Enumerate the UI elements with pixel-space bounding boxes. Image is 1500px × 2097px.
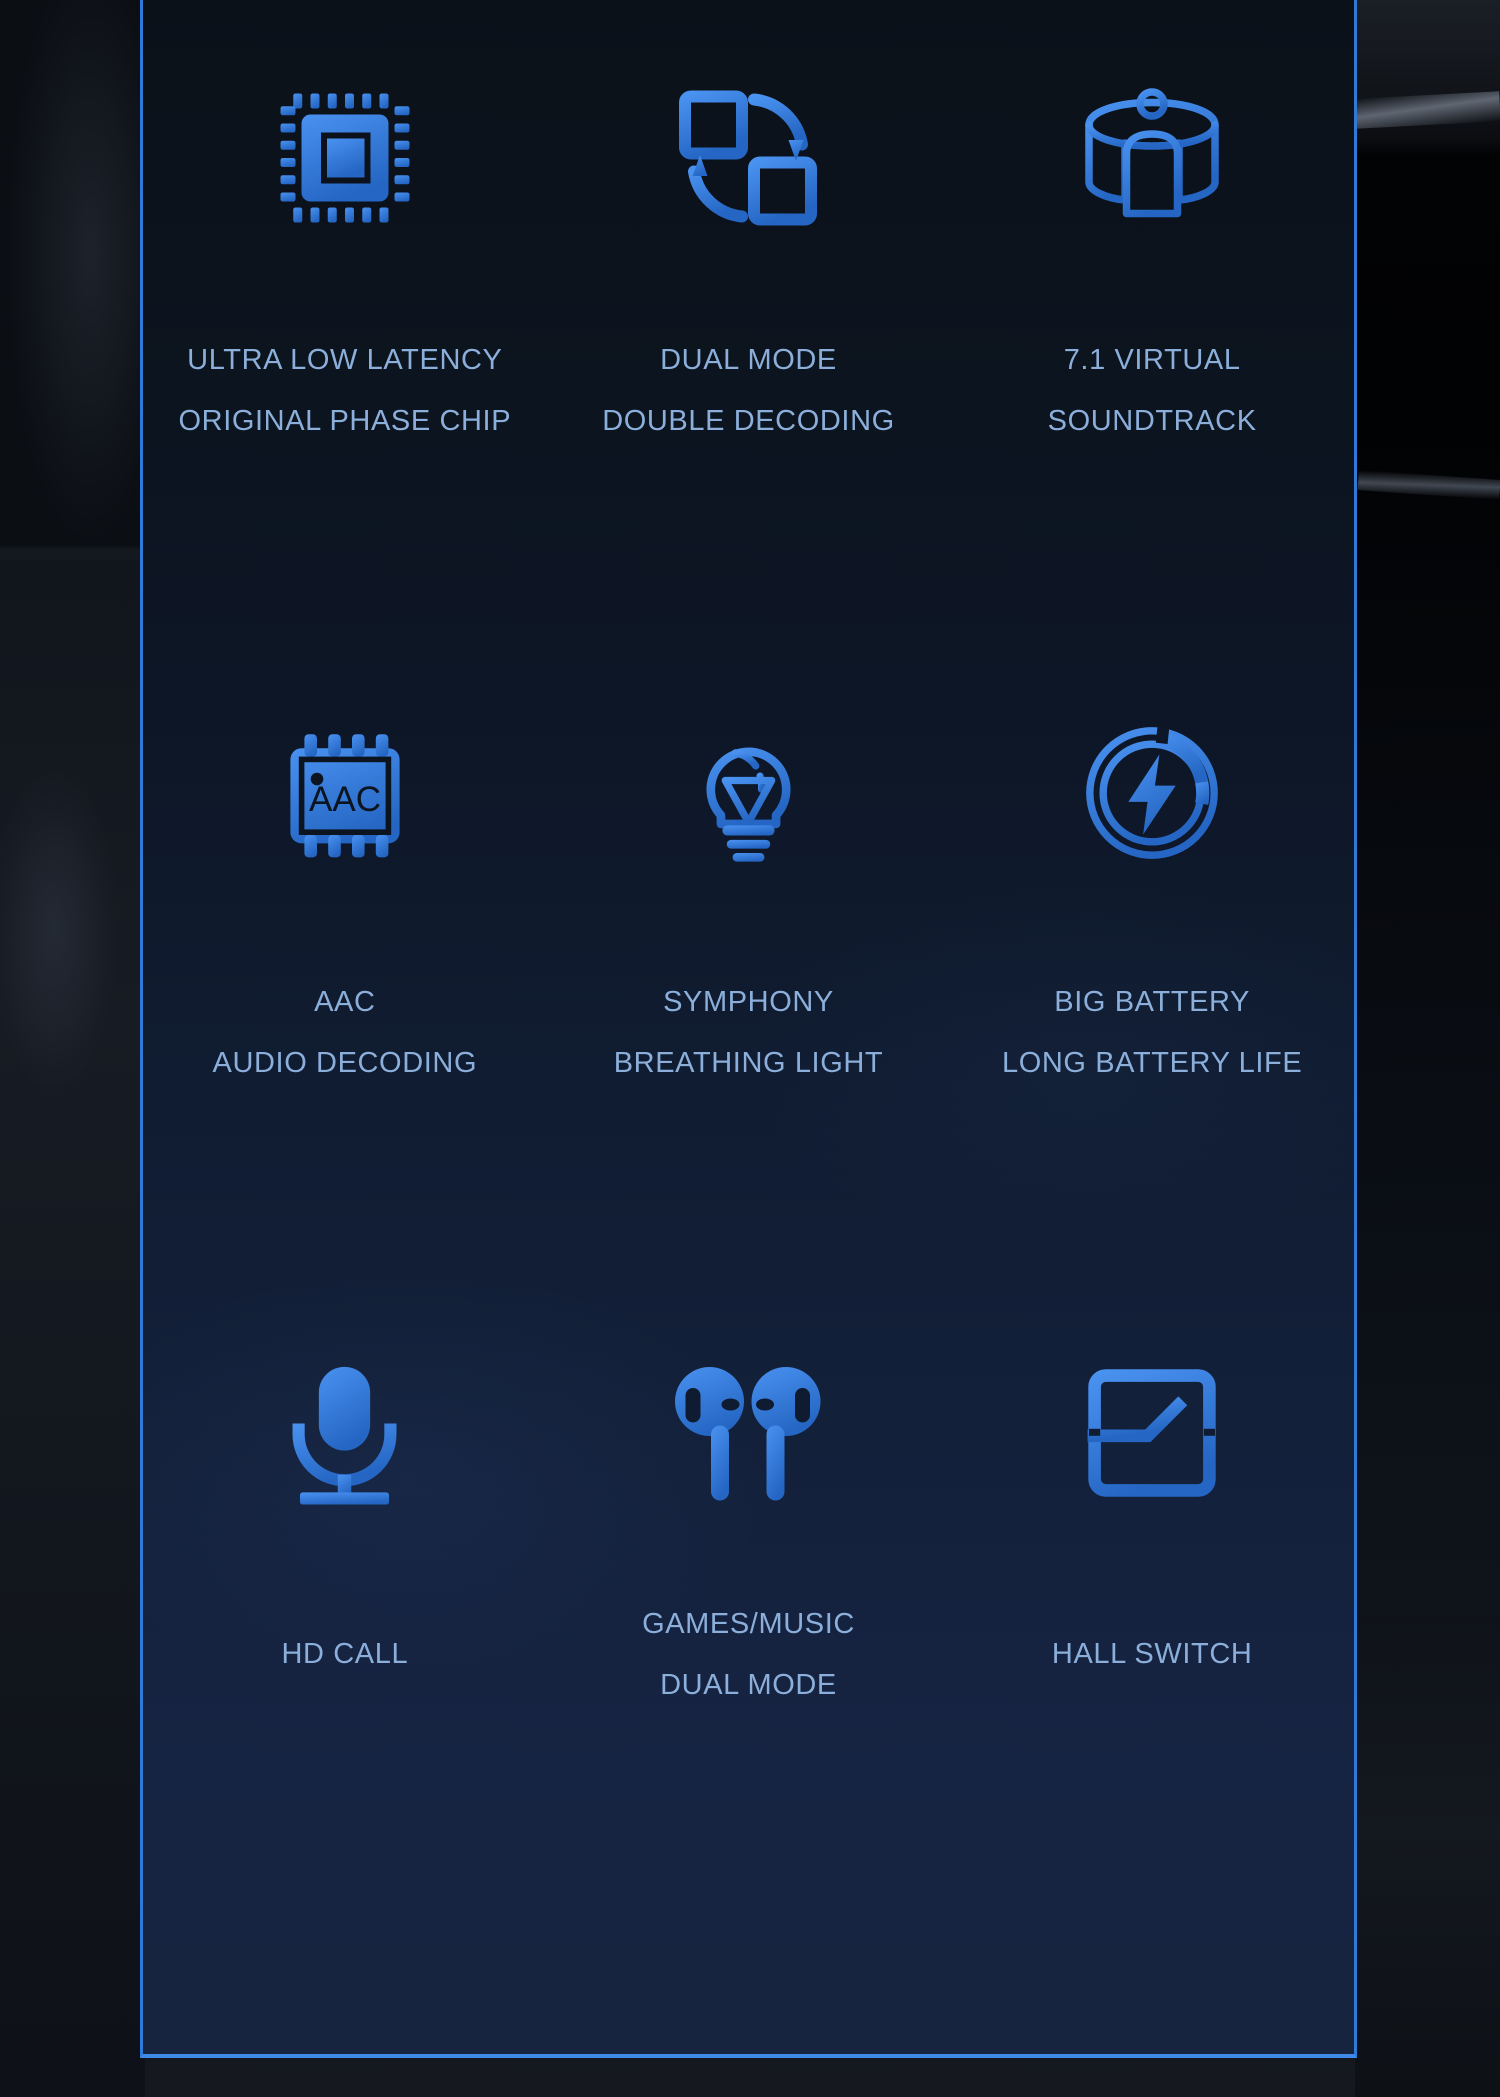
feature-item-games-music: GAMES/MUSIC DUAL MODE [547, 1288, 951, 1928]
light-bulb-icon [676, 648, 821, 938]
dual-mode-swap-icon [673, 8, 823, 308]
backdrop-highlight-left-bottom [0, 760, 120, 1180]
feature-labels: BIG BATTERY LONG BATTERY LIFE [1002, 988, 1302, 1078]
feature-label-line1: HD CALL [281, 1638, 409, 1670]
feature-label-line1: ULTRA LOW LATENCY [187, 344, 503, 376]
feature-item-virtual-soundtrack: 7.1 VIRTUAL SOUNDTRACK [950, 8, 1354, 648]
feature-item-dual-mode: DUAL MODE DOUBLE DECODING [547, 8, 951, 648]
feature-label-line1: HALL SWITCH [1051, 1638, 1253, 1670]
feature-labels: HD CALL [281, 1640, 408, 1669]
cpu-chip-icon [270, 8, 420, 308]
feature-label-line2: DOUBLE DECODING [602, 405, 895, 437]
backdrop-panel-right-mid [1355, 415, 1500, 1615]
feature-label-line1: BIG BATTERY [1054, 986, 1250, 1018]
feature-labels: ULTRA LOW LATENCY ORIGINAL PHASE CHIP [179, 346, 512, 436]
feature-item-big-battery: BIG BATTERY LONG BATTERY LIFE [950, 648, 1354, 1288]
feature-highlight-panel: ULTRA LOW LATENCY ORIGINAL PHASE CHIP DU… [140, 0, 1357, 2058]
feature-labels: GAMES/MUSIC DUAL MODE [642, 1610, 855, 1700]
feature-label-line1: AAC [314, 986, 376, 1018]
feature-labels: AAC AUDIO DECODING [213, 988, 478, 1078]
backdrop-highlight-left [0, 0, 150, 560]
feature-item-hd-call: HD CALL [143, 1288, 547, 1928]
feature-label-line2: AUDIO DECODING [212, 1047, 478, 1079]
feature-label-line1: GAMES/MUSIC [642, 1608, 855, 1640]
microphone-icon [277, 1288, 412, 1578]
feature-label-line1: SYMPHONY [663, 986, 834, 1018]
feature-labels: SYMPHONY BREATHING LIGHT [614, 988, 884, 1078]
feature-labels: HALL SWITCH [1052, 1640, 1253, 1669]
battery-charge-ring-icon [1078, 648, 1226, 938]
earbuds-pair-icon [666, 1288, 831, 1578]
svg-text:AAC: AAC [309, 780, 381, 819]
feature-label-line2: SOUNDTRACK [1047, 405, 1257, 437]
feature-label-line2: ORIGINAL PHASE CHIP [178, 405, 512, 437]
feature-label-line1: 7.1 VIRTUAL [1063, 344, 1241, 376]
surround-sound-person-icon [1077, 8, 1227, 308]
feature-item-breathing-light: SYMPHONY BREATHING LIGHT [547, 648, 951, 1288]
feature-item-ultra-low-latency: ULTRA LOW LATENCY ORIGINAL PHASE CHIP [143, 8, 547, 648]
feature-label-line2: LONG BATTERY LIFE [1002, 1047, 1303, 1079]
feature-label-line2: BREATHING LIGHT [613, 1047, 884, 1079]
backdrop-panel-right-top [1355, 0, 1500, 430]
hall-switch-icon [1082, 1288, 1222, 1578]
feature-item-aac-decoding: AAC AAC AUDIO DECODING [143, 648, 547, 1288]
aac-chip-icon: AAC [275, 648, 415, 938]
feature-labels: DUAL MODE DOUBLE DECODING [602, 346, 895, 436]
feature-label-line2: DUAL MODE [660, 1669, 837, 1701]
feature-grid: ULTRA LOW LATENCY ORIGINAL PHASE CHIP DU… [143, 0, 1354, 2054]
feature-labels: 7.1 VIRTUAL SOUNDTRACK [1048, 346, 1257, 436]
feature-label-line1: DUAL MODE [660, 344, 837, 376]
feature-item-hall-switch: HALL SWITCH [950, 1288, 1354, 1928]
backdrop-panel-right-bottom [1355, 1615, 1500, 2097]
